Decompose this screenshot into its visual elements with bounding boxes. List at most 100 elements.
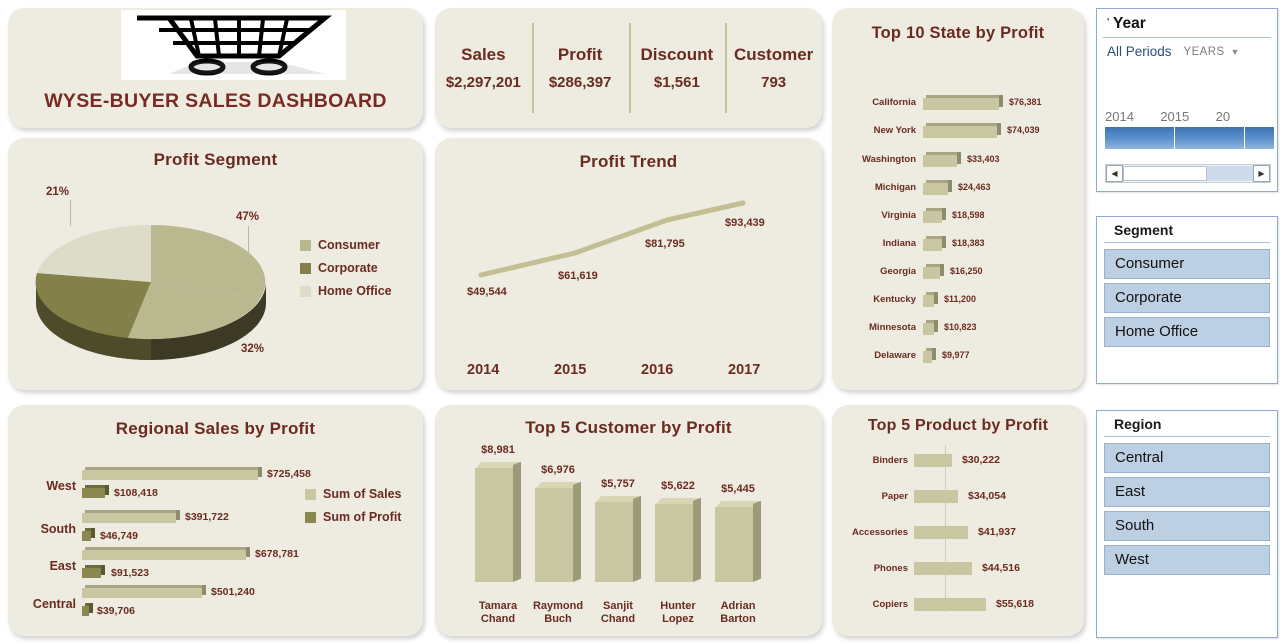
top-product-title: Top 5 Product by Profit bbox=[867, 417, 1049, 434]
dashboard-root: WYSE-BUYER SALES DASHBOARD Sales $2,297,… bbox=[0, 0, 1280, 644]
state-value: $18,383 bbox=[952, 238, 985, 248]
profit-segment-title: Profit Segment bbox=[153, 150, 278, 169]
timeline-scrollbar[interactable]: ◀ ▶ bbox=[1105, 164, 1271, 183]
profit-trend-card: Profit Trend $49,544 $61,619 $81,795 $93… bbox=[435, 138, 822, 390]
segment-slicer-item-consumer[interactable]: Consumer bbox=[1104, 249, 1270, 279]
profit-segment-card: Profit Segment 21% 32% 47% Consumer Corp… bbox=[8, 138, 423, 476]
region-profit-bar-west bbox=[82, 485, 109, 498]
product-row-accessories: Accessories $41,937 bbox=[832, 523, 1084, 541]
customer-last-name: Lopez bbox=[662, 613, 694, 625]
state-bar bbox=[923, 291, 938, 307]
legend-label-consumer: Consumer bbox=[318, 238, 380, 252]
region-name-south: South bbox=[40, 522, 76, 536]
region-slicer-item-south[interactable]: South bbox=[1104, 511, 1270, 541]
state-row-delaware: Delaware $9,977 bbox=[832, 343, 1084, 367]
regional-sales-title: Regional Sales by Profit bbox=[115, 419, 316, 438]
region-sales-value-south: $391,722 bbox=[185, 511, 229, 523]
region-profit-value-south: $46,749 bbox=[100, 530, 138, 542]
state-value: $16,250 bbox=[950, 266, 983, 276]
customer-last-name: Buch bbox=[544, 613, 572, 625]
customer-bar bbox=[595, 495, 641, 582]
region-sales-bar-west bbox=[82, 467, 262, 480]
state-bar bbox=[923, 207, 946, 223]
year-slicer-title: Year bbox=[1113, 15, 1146, 32]
kpi-customer-value: 793 bbox=[761, 74, 787, 91]
timeline-tick-2016: 20 bbox=[1215, 109, 1231, 124]
state-value: $10,823 bbox=[944, 322, 977, 332]
kpi-discount: Discount $1,561 bbox=[628, 8, 726, 128]
state-bar bbox=[923, 347, 936, 363]
region-slicer-item-east[interactable]: East bbox=[1104, 477, 1270, 507]
customer-first-name: Sanjit bbox=[603, 600, 633, 612]
timeline-scroll-thumb[interactable] bbox=[1123, 166, 1207, 181]
state-row-michigan: Michigan $24,463 bbox=[832, 175, 1084, 199]
product-value: $34,054 bbox=[968, 490, 1006, 502]
arrow-left-icon[interactable]: ◀ bbox=[1106, 165, 1123, 182]
segment-slicer-title: Segment bbox=[1104, 217, 1270, 243]
legend-swatch-sum-of-profit bbox=[305, 511, 316, 523]
kpi-profit: Profit $286,397 bbox=[531, 8, 629, 128]
segment-slicer-item-corporate[interactable]: Corporate bbox=[1104, 283, 1270, 313]
state-name: Delaware bbox=[874, 349, 916, 361]
legend-item-sum-of-profit: Sum of Profit bbox=[305, 510, 402, 524]
customer-first-name: Tamara bbox=[478, 600, 518, 612]
region-profit-bar-south bbox=[82, 528, 95, 541]
trend-axis-2017: 2017 bbox=[728, 362, 761, 378]
product-name: Paper bbox=[881, 490, 908, 502]
customer-first-name: Adrian bbox=[720, 600, 756, 612]
product-value: $44,516 bbox=[982, 562, 1020, 574]
trend-axis-2016: 2016 bbox=[641, 362, 674, 378]
timeline-block-2014[interactable] bbox=[1105, 127, 1176, 149]
kpi-profit-label: Profit bbox=[557, 45, 603, 64]
state-name: New York bbox=[873, 124, 916, 136]
state-name: California bbox=[872, 96, 916, 108]
legend-label-corporate: Corporate bbox=[318, 261, 378, 275]
product-name: Phones bbox=[873, 562, 908, 574]
legend-item-sum-of-sales: Sum of Sales bbox=[305, 487, 402, 501]
kpi-sales-value: $2,297,201 bbox=[445, 74, 521, 91]
region-name-central: Central bbox=[32, 597, 76, 611]
region-slicer-item-central[interactable]: Central bbox=[1104, 443, 1270, 473]
region-slicer-title: Region bbox=[1104, 411, 1270, 437]
arrow-right-icon[interactable]: ▶ bbox=[1253, 165, 1270, 182]
product-row-phones: Phones $44,516 bbox=[832, 559, 1084, 577]
state-bar bbox=[923, 179, 952, 195]
region-slicer[interactable]: Region Central East South West bbox=[1096, 410, 1278, 638]
chevron-down-icon[interactable]: ▼ bbox=[1231, 47, 1240, 57]
timeline-block-2015[interactable] bbox=[1175, 127, 1246, 149]
timeline-corner-mark: ' bbox=[1107, 17, 1110, 28]
product-value: $41,937 bbox=[978, 526, 1016, 538]
legend-label-sum-of-sales: Sum of Sales bbox=[323, 487, 402, 501]
shopping-cart-icon bbox=[136, 15, 332, 76]
customer-first-name: Hunter bbox=[660, 600, 696, 612]
state-name: Minnesota bbox=[869, 321, 916, 333]
region-sales-value-central: $501,240 bbox=[211, 586, 255, 598]
legend-swatch-corporate bbox=[300, 262, 311, 274]
pie-leader-consumer bbox=[248, 226, 249, 254]
region-sales-bar-central bbox=[82, 585, 206, 598]
legend-swatch-sum-of-sales bbox=[305, 488, 316, 500]
timeline-tick-2014: 2014 bbox=[1105, 109, 1134, 124]
all-periods-label: All Periods bbox=[1107, 44, 1172, 59]
region-sales-bar-south bbox=[82, 510, 180, 523]
timeline-tick-2015: 2015 bbox=[1160, 109, 1190, 124]
timeline-selection-bars[interactable] bbox=[1105, 127, 1276, 149]
year-timeline-slicer[interactable]: ' Year All Periods YEARS ▼ 2014 2015 20 … bbox=[1096, 8, 1278, 192]
segment-slicer[interactable]: Segment Consumer Corporate Home Office bbox=[1096, 216, 1278, 384]
region-profit-value-east: $91,523 bbox=[111, 567, 149, 579]
timeline-scroll-track[interactable] bbox=[1123, 166, 1253, 181]
state-value: $11,200 bbox=[944, 294, 977, 304]
segment-slicer-item-home-office[interactable]: Home Office bbox=[1104, 317, 1270, 347]
state-name: Washington bbox=[862, 153, 916, 165]
customer-bar bbox=[715, 500, 761, 582]
pie-label-consumer: 47% bbox=[236, 211, 260, 223]
timeline-level-dropdown[interactable]: YEARS bbox=[1184, 46, 1225, 58]
region-slicer-item-west[interactable]: West bbox=[1104, 545, 1270, 575]
legend-swatch-home-office bbox=[300, 285, 311, 297]
state-value: $9,977 bbox=[942, 350, 970, 360]
state-row-indiana: Indiana $18,383 bbox=[832, 231, 1084, 255]
product-bar bbox=[914, 597, 986, 611]
top-state-title: Top 10 State by Profit bbox=[871, 24, 1045, 42]
timeline-block-2016[interactable] bbox=[1245, 127, 1276, 149]
product-name: Binders bbox=[872, 454, 908, 466]
